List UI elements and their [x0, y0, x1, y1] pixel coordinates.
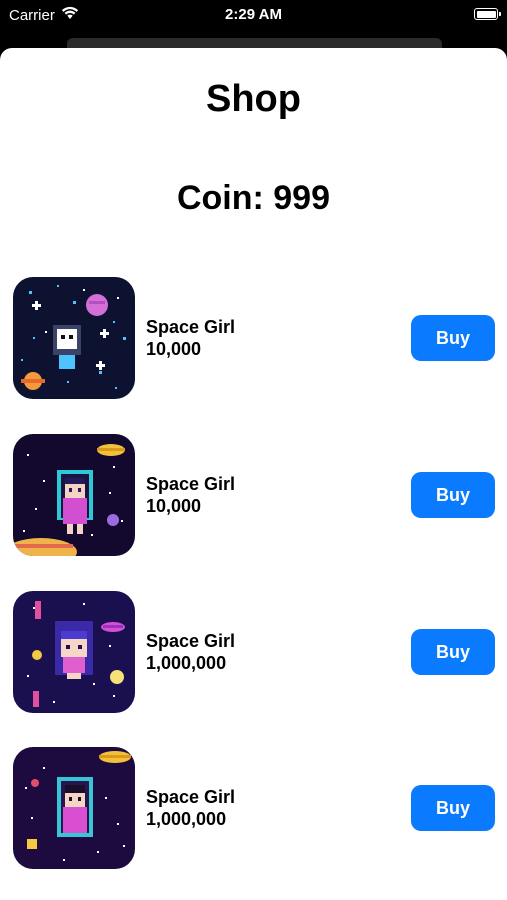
space-girl-teal-helmet-image — [13, 434, 135, 556]
buy-button[interactable]: Buy — [411, 315, 495, 361]
shop-sheet: Shop Coin: 999 Space Girl 10,000 Buy Spa… — [0, 48, 507, 900]
item-price: 1,000,000 — [146, 809, 227, 829]
battery-icon — [474, 8, 501, 20]
list-item: Space Girl 10,000 Buy — [0, 434, 507, 558]
item-name: Space Girl — [146, 317, 236, 337]
item-name: Space Girl — [146, 474, 236, 494]
buy-button[interactable]: Buy — [411, 472, 495, 518]
space-girl-robot-image — [13, 277, 135, 399]
item-name: Space Girl — [146, 787, 236, 807]
space-girl-pink-helmet-image — [13, 747, 135, 869]
list-item: Space Girl 10,000 Buy — [0, 277, 507, 401]
page-title: Shop — [206, 78, 301, 120]
coin-balance: Coin: 999 — [176, 179, 331, 217]
item-price: 10,000 — [146, 339, 202, 359]
list-item: Space Girl 1,000,000 Buy — [0, 591, 507, 715]
space-girl-blue-hair-image — [13, 591, 135, 713]
status-bar: Carrier 2:29 AM — [0, 0, 507, 30]
item-price: 1,000,000 — [146, 653, 227, 673]
status-time: 2:29 AM — [225, 6, 282, 23]
buy-button[interactable]: Buy — [411, 629, 495, 675]
item-name: Space Girl — [146, 631, 236, 651]
buy-button[interactable]: Buy — [411, 785, 495, 831]
list-item: Space Girl 1,000,000 Buy — [0, 747, 507, 871]
item-price: 10,000 — [146, 496, 202, 516]
